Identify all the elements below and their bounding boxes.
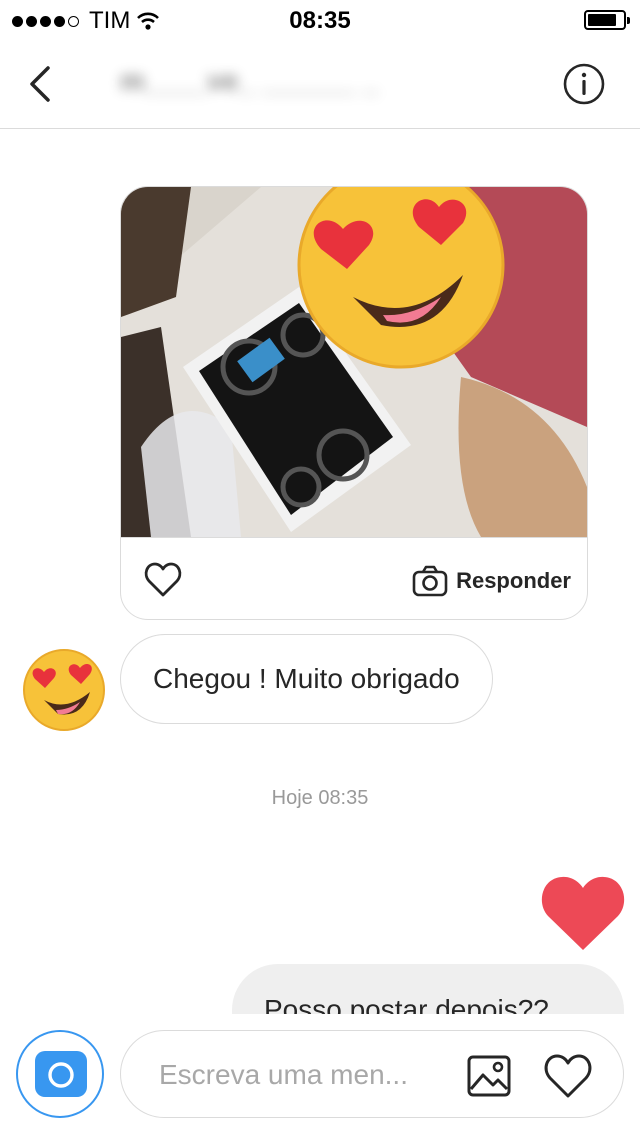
status-bar: TIM 08:35	[0, 0, 640, 40]
message-timestamp: Hoje 08:35	[271, 787, 369, 809]
message-input[interactable]: Escreva uma men...	[120, 1030, 624, 1118]
received-message-bubble[interactable]: Chegou ! Muito obrigado	[120, 634, 493, 724]
post-action-bar: Responder	[121, 537, 587, 619]
back-chevron-icon[interactable]	[22, 62, 66, 106]
battery-icon	[584, 10, 630, 30]
shared-post-card[interactable]: Responder	[120, 186, 588, 620]
camera-button[interactable]	[16, 1030, 104, 1118]
camera-outline-icon	[412, 565, 448, 597]
message-input-placeholder: Escreva uma men...	[159, 1059, 408, 1090]
status-time: 08:35	[289, 7, 351, 34]
camera-icon	[35, 1051, 87, 1097]
heart-outline-icon[interactable]	[543, 1053, 593, 1099]
received-message-text: Chegou ! Muito obrigado	[153, 663, 460, 694]
info-icon[interactable]	[562, 62, 606, 106]
heart-reaction-icon[interactable]	[540, 874, 626, 952]
conversation-header: m____ve_ ______ _	[0, 40, 640, 129]
image-icon[interactable]	[467, 1055, 511, 1097]
conversation-username[interactable]: m____ve_ ______ _	[120, 65, 520, 105]
reply-label: Responder	[456, 568, 571, 593]
heart-eyes-emoji-avatar[interactable]	[22, 648, 106, 732]
shared-post-photo[interactable]	[121, 187, 587, 537]
message-composer: Escreva uma men...	[0, 1014, 640, 1136]
reply-button[interactable]: Responder	[412, 565, 571, 597]
heart-outline-icon[interactable]	[143, 560, 183, 600]
